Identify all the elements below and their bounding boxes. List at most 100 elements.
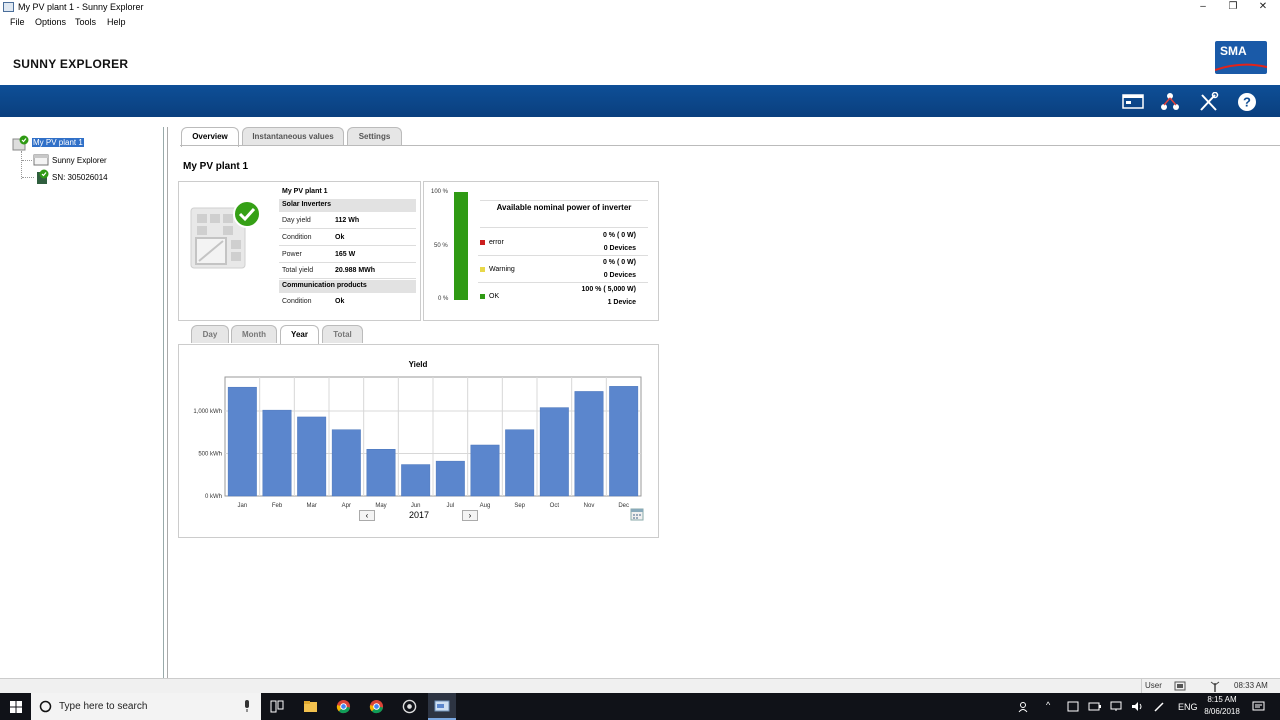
info-value: Ok	[335, 234, 345, 241]
tools-icon[interactable]	[1198, 92, 1220, 112]
notifications-icon[interactable]	[1252, 701, 1265, 713]
prev-year-button[interactable]: ‹	[359, 510, 375, 521]
taskbar-clock-time[interactable]: 8:15 AM	[1204, 695, 1240, 704]
network-icon[interactable]	[1159, 92, 1181, 112]
page-title: My PV plant 1	[183, 161, 249, 172]
taskbar-clock-date[interactable]: 8/06/2018	[1201, 707, 1243, 716]
status-label: Warning	[489, 266, 515, 273]
power-bar-fill	[454, 192, 468, 300]
close-button[interactable]: ✕	[1248, 0, 1278, 15]
x-tick-label: May	[375, 503, 386, 509]
chrome-icon[interactable]	[336, 699, 351, 714]
svg-text:?: ?	[1243, 95, 1251, 110]
x-tick-label: Mar	[306, 503, 316, 509]
tab-day[interactable]: Day	[191, 325, 229, 343]
info-row: Day yield 112 Wh	[279, 213, 416, 229]
network-tray-icon[interactable]	[1110, 701, 1122, 712]
windows-start-icon[interactable]	[10, 701, 22, 713]
tree-item-inverter[interactable]: SN: 305026014	[52, 173, 108, 182]
tab-month[interactable]: Month	[231, 325, 277, 343]
tree-item-sunny-explorer[interactable]: Sunny Explorer	[52, 156, 107, 165]
inverter-check-icon	[37, 169, 49, 184]
bar-sep[interactable]	[505, 429, 535, 497]
bar-mar[interactable]	[297, 416, 327, 497]
task-view-icon[interactable]	[270, 700, 284, 713]
x-tick-label: Feb	[272, 503, 283, 509]
people-icon[interactable]	[1018, 701, 1030, 713]
menu-help[interactable]: Help	[107, 17, 126, 27]
x-tick-label: Jan	[237, 503, 247, 509]
microphone-icon[interactable]	[243, 700, 251, 713]
y-tick-label: 1,000 kWh	[193, 409, 222, 415]
plant-status-illustration-icon	[190, 200, 261, 269]
x-tick-label: Oct	[550, 503, 560, 509]
ok-swatch-icon	[480, 294, 485, 299]
console-icon[interactable]	[1122, 92, 1144, 112]
tab-instantaneous-values[interactable]: Instantaneous values	[242, 127, 344, 146]
bar-oct[interactable]	[539, 407, 569, 497]
bar-label-0: 0 %	[438, 296, 449, 302]
statusbar-user: User	[1145, 681, 1162, 690]
bar-may[interactable]	[366, 449, 396, 497]
maximize-button[interactable]: ❐	[1218, 0, 1248, 15]
volume-icon[interactable]	[1131, 701, 1143, 712]
warning-swatch-icon	[480, 267, 485, 272]
info-key: Power	[282, 251, 302, 258]
pen-icon[interactable]	[1153, 701, 1165, 713]
x-tick-label: Apr	[342, 503, 351, 509]
calendar-icon[interactable]	[630, 507, 644, 521]
tray-app-icon[interactable]	[1067, 701, 1079, 712]
next-year-button[interactable]: ›	[462, 510, 478, 521]
nominal-power-title: Available nominal power of inverter	[496, 203, 632, 212]
tab-divider	[180, 145, 1280, 146]
plant-check-icon	[12, 135, 29, 151]
show-hidden-icons-button[interactable]: ^	[1046, 700, 1050, 710]
y-tick-label: 500 kWh	[198, 452, 222, 458]
yield-chart: Yield 0 kWh 500 kWh 1,000 kWh Jan Feb Mar Apr…	[193, 360, 642, 509]
status-label: OK	[489, 293, 500, 300]
info-key: Day yield	[282, 217, 311, 224]
title-bar: My PV plant 1 - Sunny Explorer – ❐ ✕	[0, 0, 1280, 15]
camera-app-icon[interactable]	[402, 699, 417, 714]
taskbar-search-box[interactable]: Type here to search	[31, 693, 261, 720]
help-icon[interactable]: ?	[1236, 92, 1258, 112]
menu-tools[interactable]: Tools	[75, 17, 96, 27]
tree-connector	[22, 160, 32, 161]
statusbar-time: 08:33 AM	[1234, 681, 1268, 690]
tree-item-plant[interactable]: My PV plant 1	[32, 138, 84, 147]
language-indicator[interactable]: ENG	[1178, 702, 1198, 712]
antenna-icon	[1210, 681, 1220, 692]
x-tick-label: Sep	[514, 503, 525, 509]
status-row-error: error 0 % ( 0 W) 0 Devices	[478, 229, 648, 256]
bar-nov[interactable]	[574, 391, 604, 497]
chrome-icon-2[interactable]	[369, 699, 384, 714]
tab-year[interactable]: Year	[280, 325, 319, 344]
x-tick-label: Dec	[618, 503, 629, 509]
divider	[480, 200, 648, 201]
bar-apr[interactable]	[331, 429, 361, 497]
bar-feb[interactable]	[262, 409, 292, 497]
info-value: 165 W	[335, 251, 356, 258]
error-swatch-icon	[480, 240, 485, 245]
bar-aug[interactable]	[470, 444, 500, 497]
sunny-explorer-taskbar-item[interactable]	[428, 693, 456, 720]
app-header: SUNNY EXPLORER	[0, 30, 1280, 85]
menu-options[interactable]: Options	[35, 17, 66, 27]
bar-label-50: 50 %	[434, 243, 448, 249]
tab-overview[interactable]: Overview	[181, 127, 239, 147]
status-devices: 0 Devices	[603, 272, 636, 279]
bar-dec[interactable]	[609, 386, 639, 497]
file-explorer-icon[interactable]	[303, 700, 318, 713]
info-value: 112 Wh	[335, 217, 360, 224]
minimize-button[interactable]: –	[1188, 0, 1218, 15]
bar-jun[interactable]	[401, 464, 431, 497]
bar-jan[interactable]	[227, 386, 257, 497]
bar-jul[interactable]	[435, 460, 465, 497]
tab-settings[interactable]: Settings	[347, 127, 402, 146]
tab-total[interactable]: Total	[322, 325, 363, 343]
battery-icon[interactable]	[1088, 701, 1102, 712]
info-row: Total yield 20.988 MWh	[279, 263, 416, 279]
status-percent: 0 % ( 0 W)	[602, 232, 636, 239]
info-row: Condition Ok	[279, 294, 416, 310]
menu-file[interactable]: File	[10, 17, 25, 27]
